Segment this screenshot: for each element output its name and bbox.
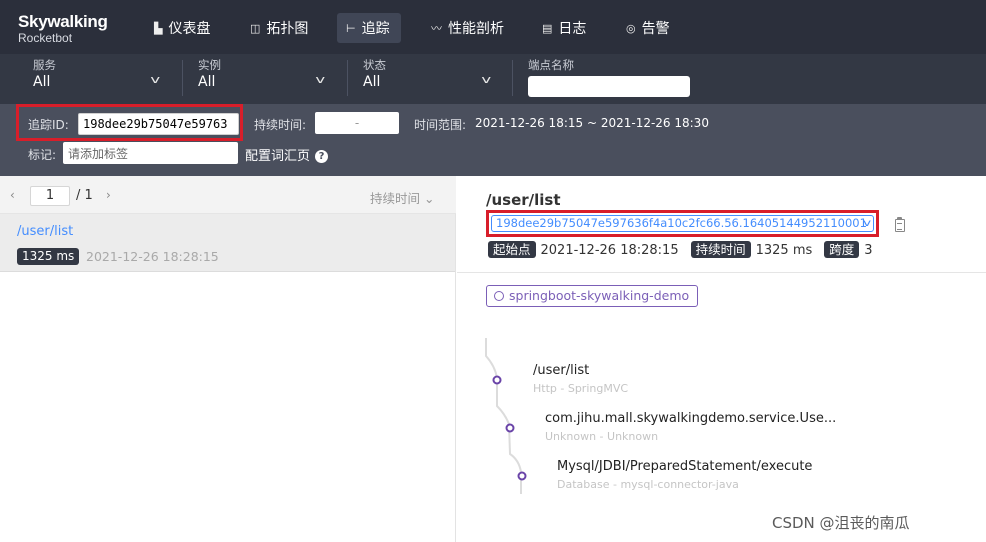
trace-detail-panel: /user/list 198dee29b75047e597636f4a10c2f… <box>457 176 986 542</box>
nav-dashboard[interactable]: ▙ 仪表盘 <box>145 13 219 43</box>
span-count-value: 3 <box>864 243 873 258</box>
trace-id-highlight: 198dee29b75047e597636f4a10c2fc66.56.1640… <box>486 210 879 237</box>
instance-select[interactable]: 实例 All v <box>198 58 332 100</box>
span-type: Database - mysql-connector-java <box>557 478 739 491</box>
page-input[interactable]: 1 <box>30 186 70 206</box>
list-item[interactable]: /user/list 1325 ms 2021-12-26 18:28:15 <box>0 214 455 272</box>
endpoint-input[interactable] <box>528 76 690 97</box>
start-value: 2021-12-26 18:28:15 <box>540 243 679 258</box>
watermark: CSDN @沮丧的南瓜 <box>772 514 910 532</box>
page-title: /user/list <box>486 191 561 209</box>
duration-badge: 1325 ms <box>17 248 80 265</box>
status-select[interactable]: 状态 All v <box>363 58 497 100</box>
next-page-icon[interactable]: › <box>106 188 111 202</box>
span-count-badge: 跨度 <box>824 241 860 258</box>
service-select-value: All <box>33 74 51 90</box>
chevron-down-icon: v <box>481 73 492 86</box>
duration-input[interactable]: - <box>315 112 399 134</box>
divider <box>182 60 183 96</box>
span-node[interactable] <box>517 471 527 481</box>
trace-id-select[interactable]: 198dee29b75047e597636f4a10c2fc66.56.1640… <box>491 215 874 232</box>
service-select[interactable]: 服务 All v <box>33 58 167 100</box>
page-total: / 1 <box>76 188 93 203</box>
nav-log-label: 日志 <box>558 21 587 37</box>
endpoint-filter-label: 端点名称 <box>528 58 574 72</box>
alarm-icon: ◎ <box>626 21 636 35</box>
sort-select-label: 持续时间 <box>370 191 421 206</box>
chevron-down-icon: v <box>862 218 872 229</box>
trace-icon: ⊢ <box>346 21 356 35</box>
filter-bar: 服务 All v 实例 All v 状态 All v 端点名称 <box>0 54 986 104</box>
sort-select[interactable]: 持续时间 ⌄ <box>370 188 434 207</box>
span-node[interactable] <box>505 423 515 433</box>
profile-icon: 〰 <box>431 22 442 35</box>
nav-profiling[interactable]: 〰 性能剖析 <box>422 13 513 43</box>
trace-list-panel: ‹ 1 / 1 › 持续时间 ⌄ /user/list 1325 ms 2021… <box>0 176 456 542</box>
divider <box>457 272 986 273</box>
nav-dashboard-label: 仪表盘 <box>168 21 211 37</box>
nav-topology[interactable]: ◫ 拓扑图 <box>241 13 317 43</box>
span-name[interactable]: /user/list <box>533 363 589 378</box>
trace-id-label: 追踪ID: <box>28 118 69 132</box>
start-badge: 起始点 <box>488 241 536 258</box>
service-select-label: 服务 <box>33 58 56 72</box>
duration-label: 持续时间: <box>254 118 307 132</box>
logo-subtitle: Rocketbot <box>18 31 73 45</box>
nav-trace-label: 追踪 <box>361 21 390 37</box>
clipboard-icon[interactable] <box>895 217 905 232</box>
logo-title: Skywalking <box>18 12 108 31</box>
topology-icon: ◫ <box>250 21 261 35</box>
nav-profiling-label: 性能剖析 <box>448 21 504 37</box>
nav-alarm-label: 告警 <box>641 21 670 37</box>
divider <box>512 60 513 96</box>
trace-id-input[interactable]: 198dee29b75047e59763 <box>78 113 239 135</box>
tree-line <box>485 338 522 494</box>
nav-log[interactable]: ▤ 日志 <box>533 13 595 43</box>
help-icon: ? <box>315 150 329 163</box>
chevron-down-icon: v <box>150 73 161 86</box>
nav-topology-label: 拓扑图 <box>266 21 309 37</box>
span-type: Http - SpringMVC <box>533 382 629 395</box>
dashboard-icon: ▙ <box>154 21 163 35</box>
span-name[interactable]: Mysql/JDBI/PreparedStatement/execute <box>557 459 812 474</box>
circle-icon <box>494 291 504 301</box>
search-bar: 追踪ID: 198dee29b75047e59763 持续时间: - 时间范围:… <box>0 104 986 176</box>
status-select-label: 状态 <box>363 58 386 72</box>
log-icon: ▤ <box>542 21 553 35</box>
divider <box>347 60 348 96</box>
trace-meta: 起始点 2021-12-26 18:28:15 持续时间 1325 ms 跨度 3 <box>488 241 885 260</box>
nav-alarm[interactable]: ◎ 告警 <box>617 13 679 43</box>
tag-label: 标记: <box>28 148 57 162</box>
time-range-label: 时间范围: <box>414 118 467 132</box>
service-tag[interactable]: springboot-skywalking-demo <box>486 285 699 307</box>
trace-endpoint[interactable]: /user/list <box>17 224 73 239</box>
glossary-link[interactable]: 配置词汇页? <box>245 145 329 164</box>
pagination: ‹ 1 / 1 › 持续时间 ⌄ <box>0 176 456 214</box>
status-select-value: All <box>363 74 381 90</box>
span-name[interactable]: com.jihu.mall.skywalkingdemo.service.Use… <box>545 411 836 426</box>
duration-value: 1325 ms <box>755 243 813 258</box>
top-nav: Skywalking Rocketbot ▙ 仪表盘 ◫ 拓扑图 ⊢ 追踪 〰 … <box>0 0 986 54</box>
tag-input[interactable]: 请添加标签 <box>63 142 238 164</box>
chevron-down-icon: v <box>315 73 326 86</box>
span-type: Unknown - Unknown <box>545 430 659 443</box>
trace-id-value: 198dee29b75047e597636f4a10c2fc66.56.1640… <box>496 216 867 230</box>
glossary-link-label: 配置词汇页 <box>245 149 311 164</box>
nav-trace[interactable]: ⊢ 追踪 <box>337 13 401 43</box>
time-range-value[interactable]: 2021-12-26 18:15 ~ 2021-12-26 18:30 <box>475 116 709 130</box>
prev-page-icon[interactable]: ‹ <box>10 188 15 202</box>
span-node[interactable] <box>492 375 502 385</box>
instance-select-label: 实例 <box>198 58 221 72</box>
trace-start-time: 2021-12-26 18:28:15 <box>86 249 219 264</box>
instance-select-value: All <box>198 74 216 90</box>
service-name: springboot-skywalking-demo <box>509 288 690 303</box>
duration-badge: 持续时间 <box>690 241 751 258</box>
chevron-down-icon: ⌄ <box>424 191 435 206</box>
logo[interactable]: Skywalking Rocketbot <box>18 13 108 46</box>
